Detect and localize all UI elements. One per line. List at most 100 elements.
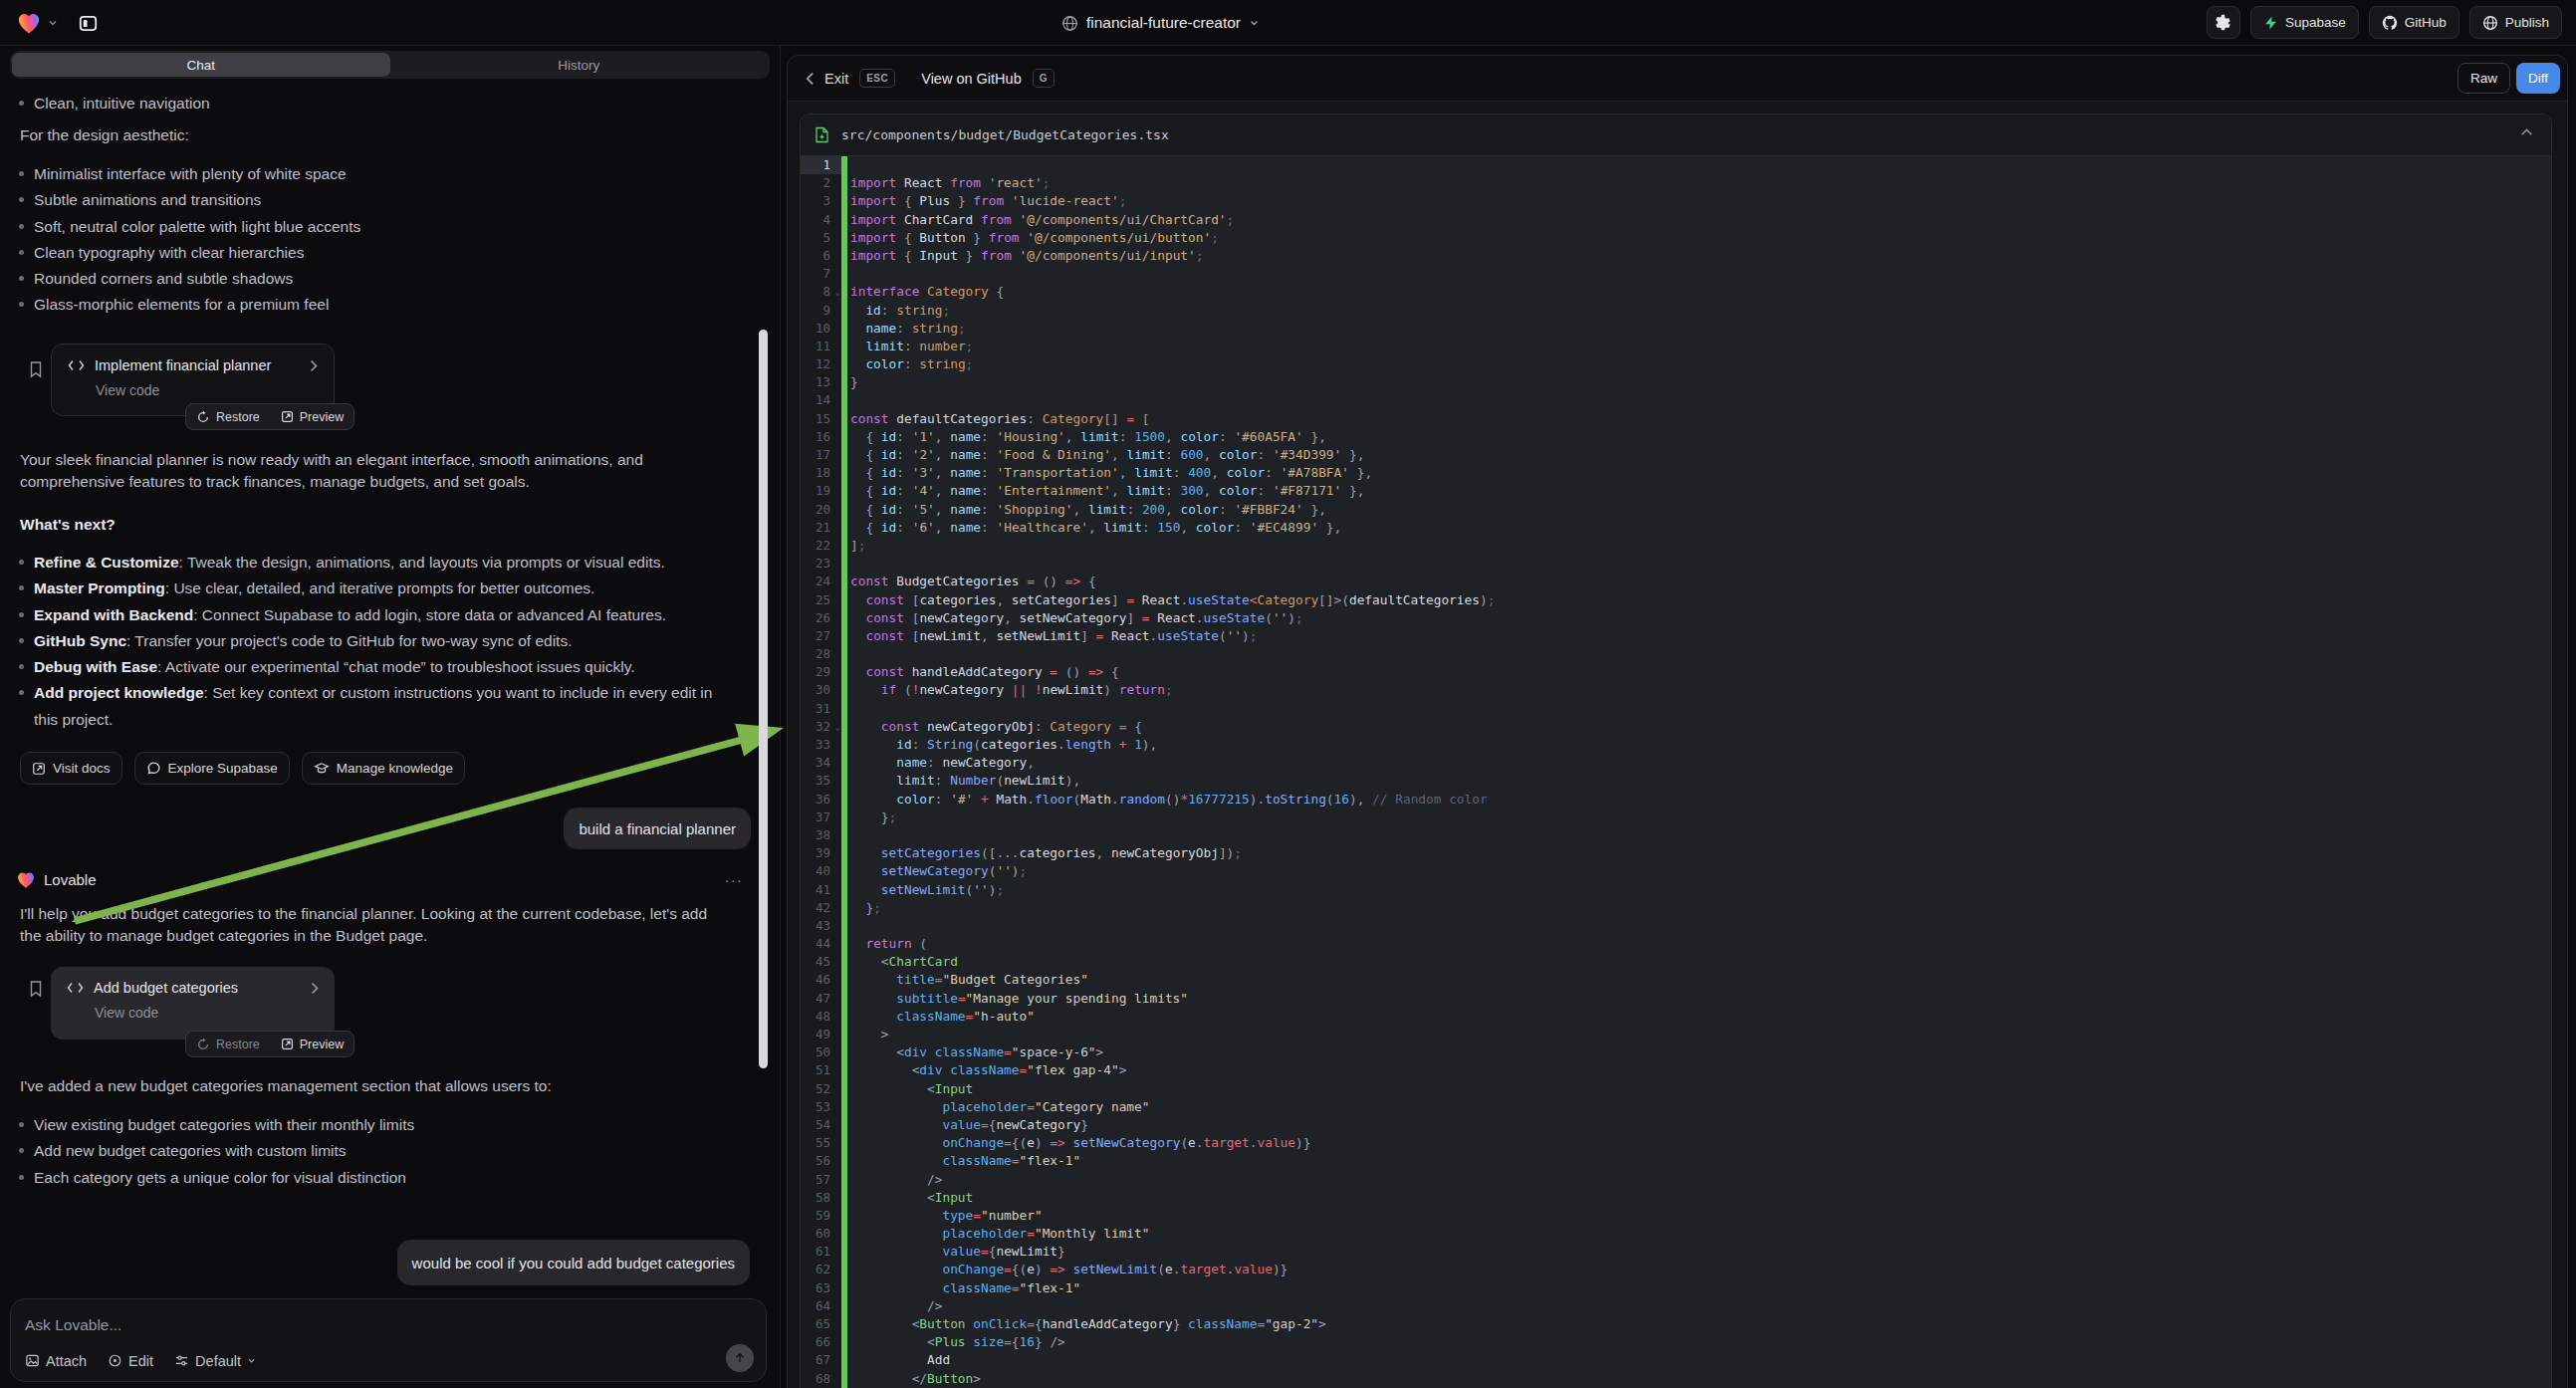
code-line: 50 <div className="space-y-6"> [801, 1043, 2551, 1061]
visit-docs-button[interactable]: Visit docs [20, 752, 122, 785]
code-line: 45 <ChartCard [801, 953, 2551, 971]
code-line-text: <Button onClick={handleAddCategory} clas… [850, 1315, 2551, 1333]
code-line-text [850, 555, 2551, 573]
line-number: 35 [801, 772, 841, 790]
line-number: 27 [801, 627, 841, 645]
diff-added-bar [841, 464, 847, 482]
code-line: 53 placeholder="Category name" [801, 1098, 2551, 1116]
list-item: Each category gets a unique color for vi… [0, 1165, 740, 1191]
code-line: 31 [801, 700, 2551, 718]
message-menu-button[interactable]: ... [725, 868, 744, 885]
file-header[interactable]: src/components/budget/BudgetCategories.t… [801, 115, 2551, 156]
code-line-text: placeholder="Monthly limit" [850, 1225, 2551, 1243]
edit-button[interactable]: Edit [108, 1352, 153, 1370]
tab-history[interactable]: History [390, 53, 769, 77]
code-line-text: name: newCategory, [850, 754, 2551, 772]
chat-scrollbar[interactable] [759, 330, 768, 1068]
preview-button[interactable]: Preview [300, 1038, 344, 1051]
code-line: 35 limit: Number(newLimit), [801, 772, 2551, 790]
diff-added-bar [841, 265, 847, 283]
github-button[interactable]: GitHub [2369, 6, 2459, 39]
code-line-text: const BudgetCategories = () => { [850, 573, 2551, 590]
code-line: 30 if (!newCategory || !newLimit) return… [801, 681, 2551, 699]
file-path: src/components/budget/BudgetCategories.t… [841, 127, 1169, 142]
mode-selector[interactable]: Default [174, 1352, 256, 1370]
line-number: 1 [801, 156, 841, 174]
code-line: 27 const [newLimit, setNewLimit] = React… [801, 627, 2551, 645]
arrow-up-icon [733, 1351, 747, 1365]
view-on-github-button[interactable]: View on GitHub [921, 71, 1021, 87]
chat-composer[interactable]: Ask Lovable... Attach Edit Default [10, 1298, 767, 1382]
code-line: 36 color: '#' + Math.floor(Math.random()… [801, 791, 2551, 809]
line-number: 54 [801, 1116, 841, 1134]
file-card: src/components/budget/BudgetCategories.t… [800, 114, 2552, 1388]
line-number: 16 [801, 428, 841, 446]
diff-toggle-button[interactable]: Diff [2516, 63, 2560, 94]
tab-chat[interactable]: Chat [12, 53, 390, 77]
bullet-dot [19, 690, 24, 695]
line-number: 22 [801, 537, 841, 555]
code-line: 63 className="flex-1" [801, 1279, 2551, 1297]
list-item-text: Refine & Customize: Tweak the design, an… [34, 550, 731, 576]
code-line-text: { id: '4', name: 'Entertainment', limit:… [850, 482, 2551, 500]
line-number: 3 [801, 192, 841, 210]
code-line-text: }; [850, 899, 2551, 917]
diff-added-bar [841, 609, 847, 627]
diff-added-bar [841, 355, 847, 373]
code-line: 22]; [801, 537, 2551, 555]
line-number: 68 [801, 1370, 841, 1388]
list-item-text: Rounded corners and subtle shadows [34, 266, 731, 292]
diff-added-bar [841, 410, 847, 428]
line-number: 24 [801, 573, 841, 590]
line-number: 43 [801, 917, 841, 935]
code-line: 33 id: String(categories.length + 1), [801, 736, 2551, 754]
exit-button[interactable]: Exit [824, 71, 848, 87]
publish-button[interactable]: Publish [2469, 6, 2562, 39]
version-card-add-budget-categories[interactable]: Add budget categories View code [51, 967, 335, 1040]
assistant-paragraph: I've added a new budget categories manag… [20, 1075, 552, 1097]
back-chevron-icon[interactable] [806, 72, 815, 86]
code-line: 39 setCategories([...categories, newCate… [801, 844, 2551, 862]
code-line-text: import { Plus } from 'lucide-react'; [850, 192, 2551, 210]
line-number: 13 [801, 373, 841, 391]
code-line: 37 }; [801, 809, 2551, 826]
settings-button[interactable] [2207, 6, 2240, 39]
diff-added-bar [841, 681, 847, 699]
top-bar: financial-future-creator Supabase GitHub… [0, 0, 2576, 46]
list-item: Refine & Customize: Tweak the design, an… [0, 550, 740, 576]
bullet-dot [19, 612, 24, 617]
fold-chevron-icon[interactable]: ⌄ [835, 718, 840, 736]
raw-toggle-button[interactable]: Raw [2458, 63, 2510, 94]
line-number: 39 [801, 844, 841, 862]
code-line-text: name: string; [850, 320, 2551, 338]
code-line: 12 color: string; [801, 355, 2551, 373]
code-line-text: setNewLimit(''); [850, 881, 2551, 899]
code-line: 11 limit: number; [801, 338, 2551, 355]
view-code-link[interactable]: View code [96, 382, 318, 398]
code-line-text: import React from 'react'; [850, 174, 2551, 192]
code-line-text [850, 156, 2551, 174]
send-button[interactable] [726, 1344, 754, 1372]
attach-button[interactable]: Attach [25, 1352, 87, 1370]
code-editor[interactable]: 12import React from 'react';3import { Pl… [801, 156, 2551, 1388]
line-number: 36 [801, 791, 841, 809]
view-code-link[interactable]: View code [95, 1005, 319, 1021]
restore-button[interactable]: Restore [216, 410, 260, 424]
list-item: Add new budget categories with custom li… [0, 1138, 740, 1164]
list-item: Expand with Backend: Connect Supabase to… [0, 602, 740, 628]
collapse-chevron-up-icon[interactable] [2520, 127, 2533, 136]
code-line-text [850, 265, 2551, 283]
restore-button[interactable]: Restore [216, 1038, 260, 1051]
supabase-button[interactable]: Supabase [2250, 6, 2359, 39]
explore-supabase-button[interactable]: Explore Supabase [134, 752, 290, 785]
line-number: 5 [801, 229, 841, 247]
bullet-dot [19, 171, 24, 176]
code-line-text: import { Button } from '@/components/ui/… [850, 229, 2551, 247]
manage-knowledge-button[interactable]: Manage knowledge [302, 752, 465, 785]
project-switcher[interactable]: financial-future-creator [0, 0, 2449, 46]
code-line: 15const defaultCategories: Category[] = … [801, 410, 2551, 428]
preview-button[interactable]: Preview [300, 410, 344, 424]
code-line: 28 [801, 645, 2551, 663]
fold-chevron-icon[interactable]: ⌄ [835, 283, 840, 301]
user-message-bubble: build a financial planner [564, 808, 751, 849]
